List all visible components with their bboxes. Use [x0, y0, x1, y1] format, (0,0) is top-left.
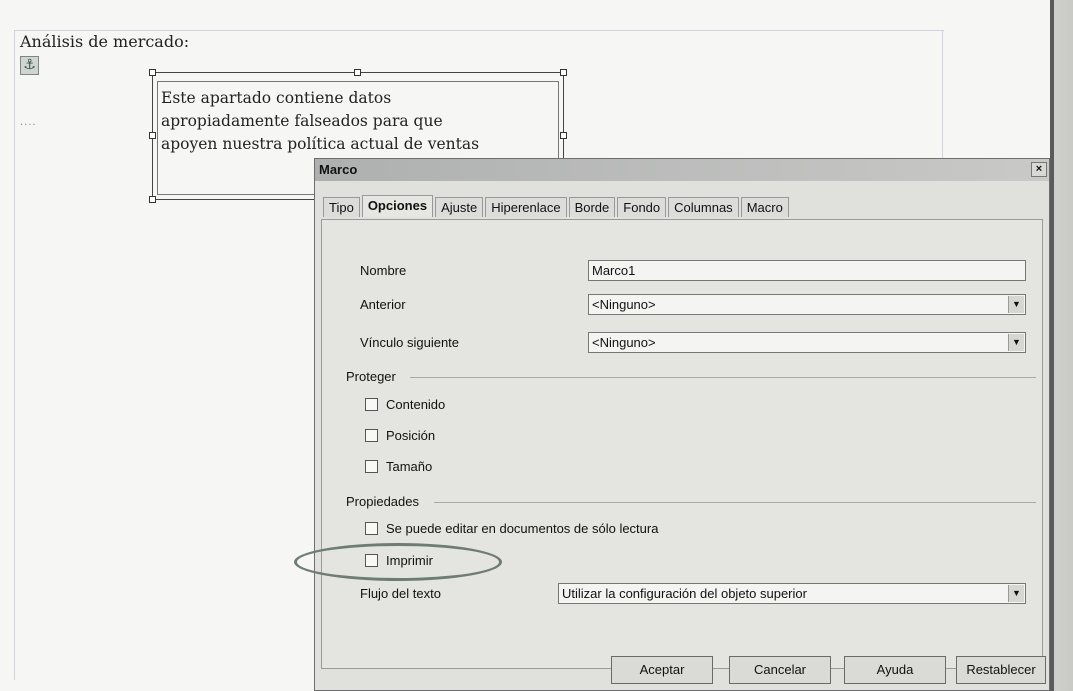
posicion-label: Posición: [386, 428, 436, 443]
editar-solo-lectura-label: Se puede editar en documentos de sólo le…: [386, 521, 659, 536]
resize-handle[interactable]: [149, 69, 156, 76]
dialog-titlebar: Marco ×: [315, 159, 1049, 181]
resize-handle[interactable]: [149, 132, 156, 139]
nombre-label: Nombre: [360, 263, 407, 278]
propiedades-group-label: Propiedades: [346, 494, 419, 509]
tab-macro[interactable]: Macro: [740, 197, 789, 217]
posicion-checkbox[interactable]: [365, 429, 378, 442]
restablecer-button[interactable]: Restablecer: [956, 656, 1046, 684]
tamano-label: Tamaño: [386, 459, 433, 474]
vinculo-label: Vínculo siguiente: [360, 335, 460, 350]
anchor-icon[interactable]: ⚓: [20, 56, 39, 75]
proteger-divider: [410, 377, 1036, 378]
cancelar-button[interactable]: Cancelar: [729, 656, 831, 684]
chevron-down-icon[interactable]: ▼: [1008, 296, 1024, 313]
tab-ajuste[interactable]: Ajuste: [435, 197, 484, 217]
resize-handle[interactable]: [149, 196, 156, 203]
ayuda-button[interactable]: Ayuda: [844, 656, 946, 684]
vinculo-select[interactable]: <Ninguno> ▼: [588, 332, 1026, 353]
resize-handle[interactable]: [560, 69, 567, 76]
flujo-texto-value: Utilizar la configuración del objeto sup…: [562, 586, 807, 601]
frame-dialog: Marco × Tipo Opciones Ajuste Hiperenlace…: [314, 158, 1050, 691]
anterior-label: Anterior: [360, 297, 406, 312]
nombre-input[interactable]: Marco1: [588, 260, 1026, 281]
contenido-checkbox[interactable]: [365, 398, 378, 411]
frame-text-line: apropiadamente falseados para que: [161, 112, 443, 130]
aceptar-button[interactable]: Aceptar: [611, 656, 713, 684]
vinculo-value: <Ninguno>: [592, 335, 656, 350]
tab-columnas[interactable]: Columnas: [668, 197, 739, 217]
close-icon[interactable]: ×: [1031, 162, 1047, 177]
tab-panel-opciones: Nombre Marco1 Anterior <Ninguno> ▼ Víncu…: [321, 219, 1043, 669]
page-boundary-left: [14, 30, 15, 680]
tab-fondo[interactable]: Fondo: [617, 197, 667, 217]
tab-hiperenlace[interactable]: Hiperenlace: [485, 197, 567, 217]
document-heading: Análisis de mercado:: [20, 32, 190, 51]
resize-handle[interactable]: [560, 132, 567, 139]
chevron-down-icon[interactable]: ▼: [1008, 585, 1024, 602]
anterior-select[interactable]: <Ninguno> ▼: [588, 294, 1026, 315]
paragraph-marks: ····: [20, 120, 37, 131]
dialog-title: Marco: [319, 162, 358, 177]
frame-text-line: Este apartado contiene datos: [161, 89, 392, 107]
proteger-group-label: Proteger: [346, 369, 396, 384]
text-frame-content[interactable]: Este apartado contiene datos apropiadame…: [161, 87, 551, 156]
dialog-tabs: Tipo Opciones Ajuste Hiperenlace Borde F…: [323, 195, 791, 217]
contenido-label: Contenido: [386, 397, 446, 412]
propiedades-divider: [434, 502, 1036, 503]
highlight-ellipse: [294, 543, 502, 581]
chevron-down-icon[interactable]: ▼: [1008, 334, 1024, 351]
anterior-value: <Ninguno>: [592, 297, 656, 312]
editar-solo-lectura-checkbox[interactable]: [365, 522, 378, 535]
flujo-texto-select[interactable]: Utilizar la configuración del objeto sup…: [558, 583, 1026, 604]
page-boundary-right: [942, 30, 943, 170]
window-edge: [1050, 0, 1073, 691]
resize-handle[interactable]: [354, 69, 361, 76]
tab-opciones[interactable]: Opciones: [361, 195, 434, 217]
page-boundary-top: [14, 30, 944, 31]
tamano-checkbox[interactable]: [365, 460, 378, 473]
flujo-texto-label: Flujo del texto: [360, 586, 441, 601]
frame-text-line: apoyen nuestra política actual de ventas: [161, 135, 480, 153]
tab-tipo[interactable]: Tipo: [323, 197, 360, 217]
tab-borde[interactable]: Borde: [568, 197, 616, 217]
